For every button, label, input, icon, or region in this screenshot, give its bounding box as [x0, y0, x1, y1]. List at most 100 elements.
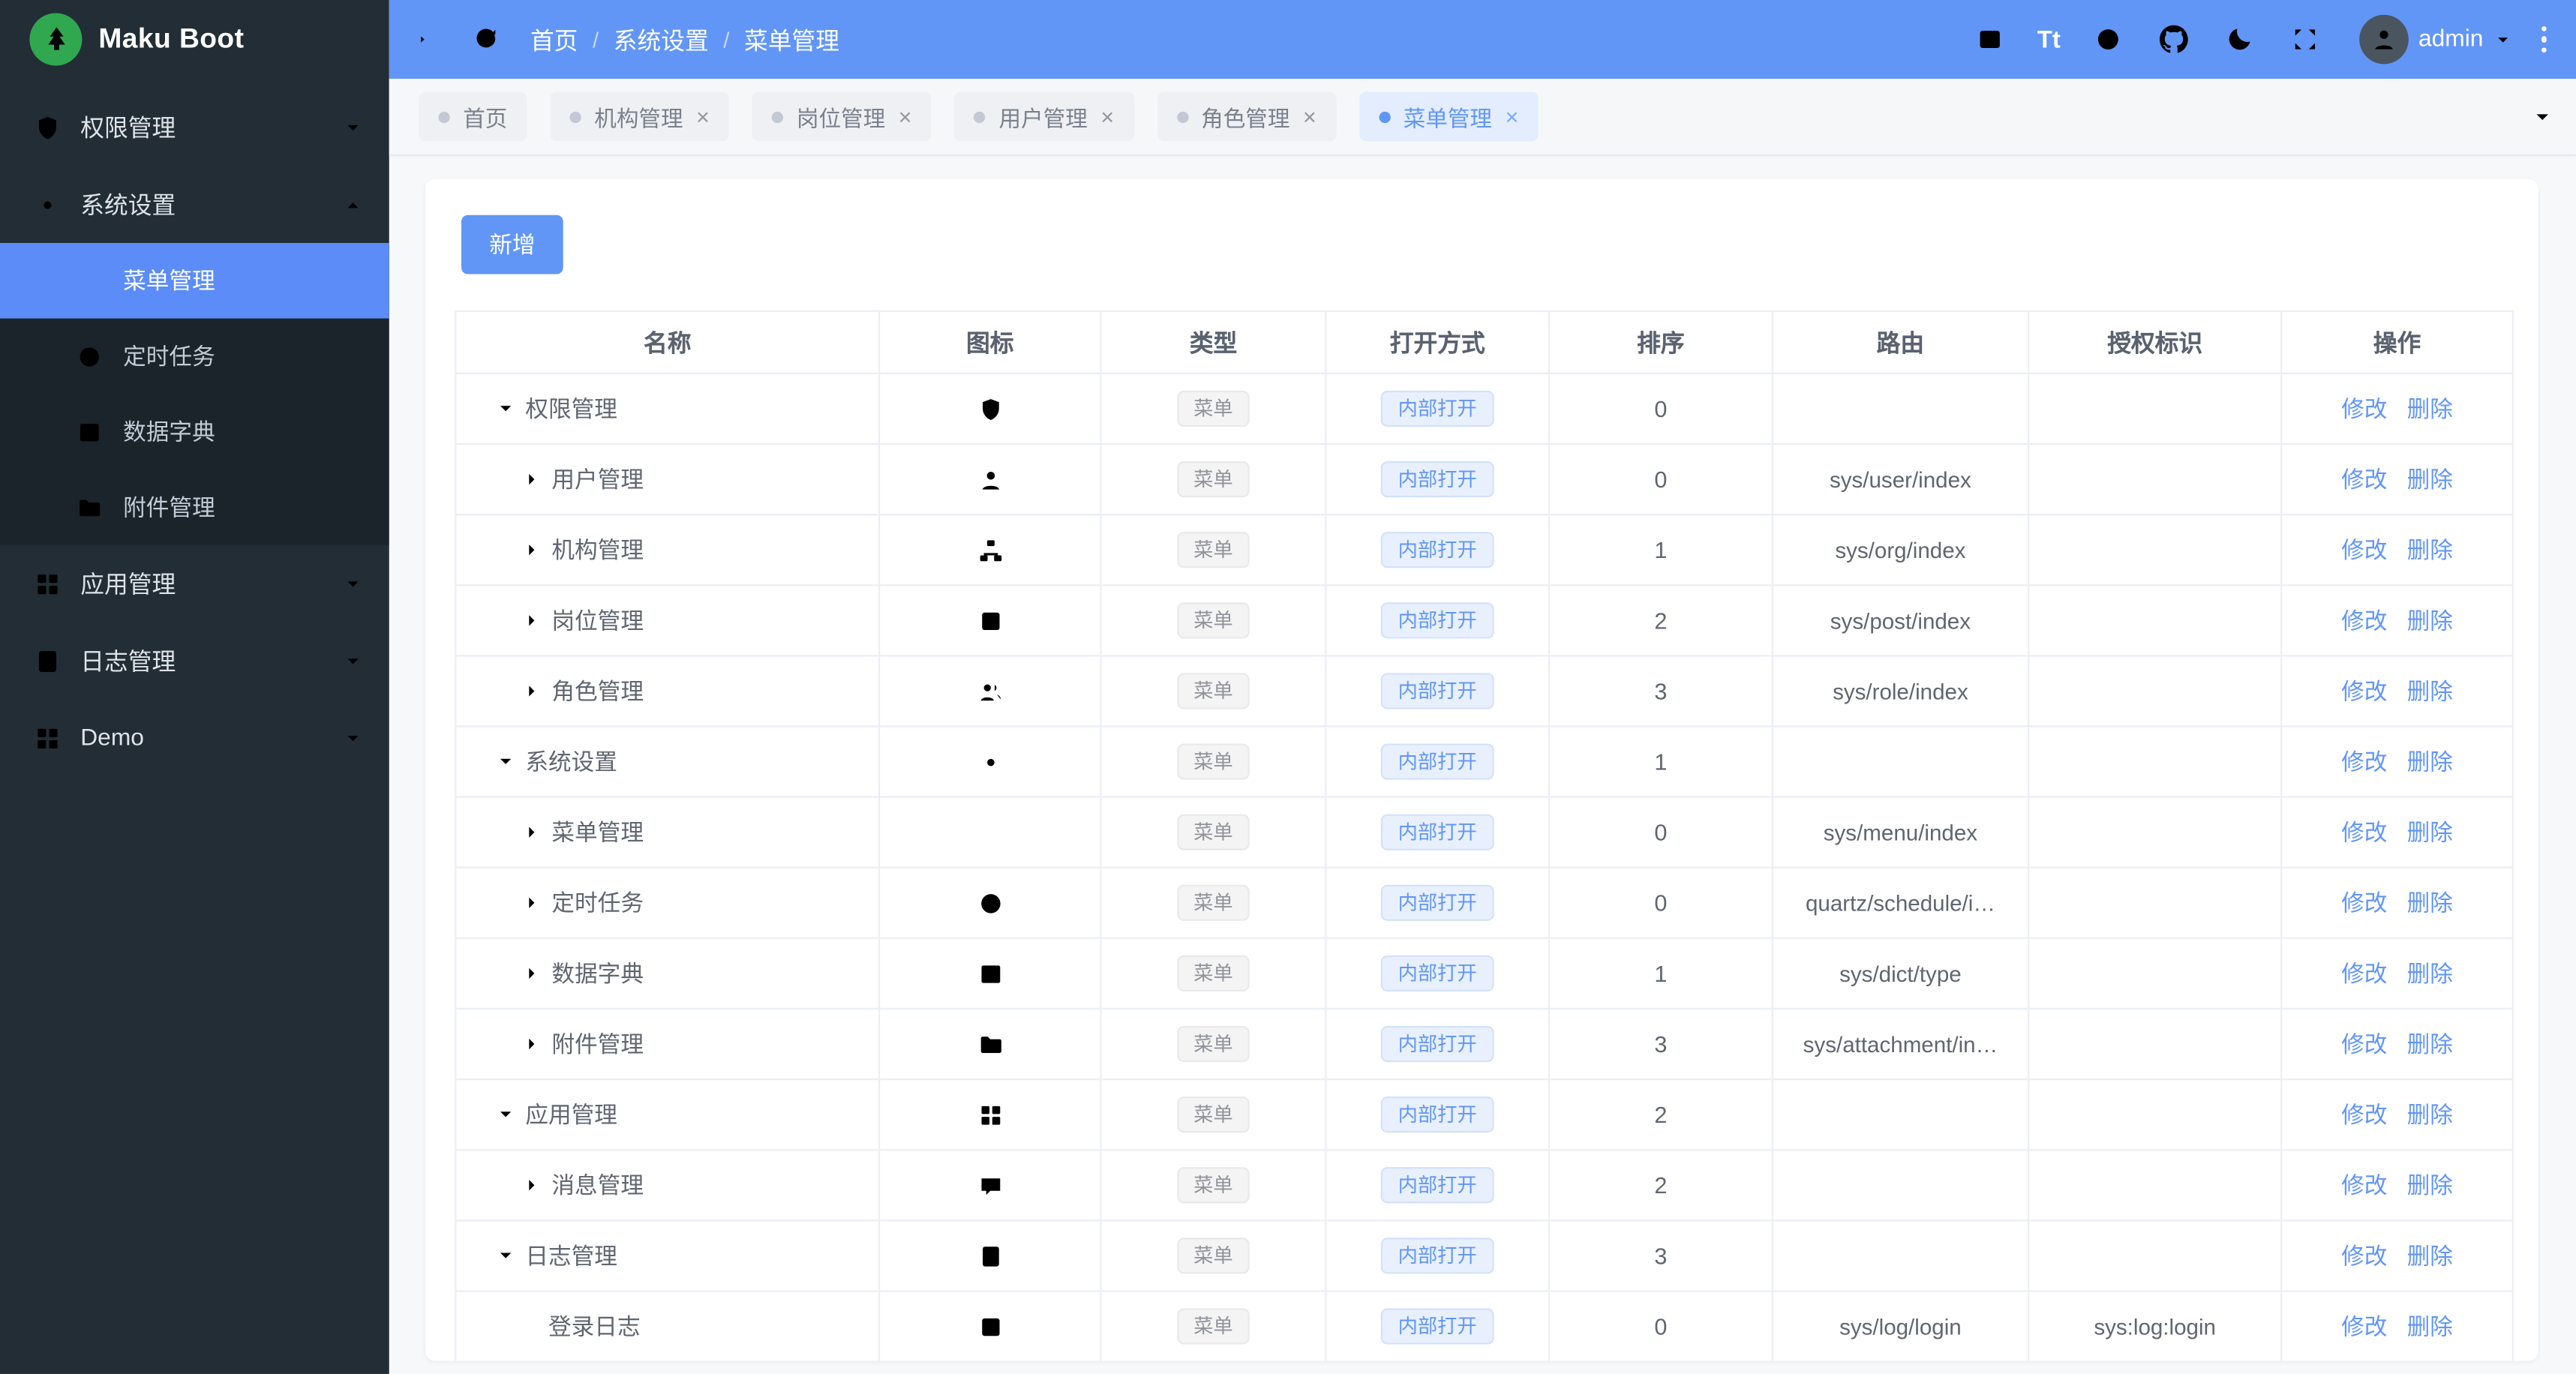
- delete-link[interactable]: 删除: [2407, 1243, 2453, 1269]
- tab-close-icon[interactable]: ×: [696, 105, 710, 128]
- tabs-dropdown-button[interactable]: [2517, 92, 2566, 142]
- cell-type: 菜单: [1100, 442, 1327, 516]
- delete-link[interactable]: 删除: [2407, 960, 2453, 986]
- collapse-arrow-icon[interactable]: [522, 893, 542, 913]
- edit-link[interactable]: 修改: [2341, 748, 2387, 775]
- menu-name: 登录日志: [548, 1312, 641, 1340]
- edit-link[interactable]: 修改: [2341, 466, 2387, 493]
- post-icon: [976, 608, 1004, 635]
- sidebar-item[interactable]: 权限管理: [0, 88, 389, 166]
- sidebar-item[interactable]: Demo: [0, 699, 389, 776]
- refresh-button[interactable]: [458, 11, 514, 67]
- expand-arrow-icon[interactable]: [496, 399, 515, 418]
- delete-link[interactable]: 删除: [2407, 1102, 2453, 1128]
- tab-label: 首页: [463, 106, 508, 132]
- delete-link[interactable]: 删除: [2407, 1172, 2453, 1198]
- sidebar-subitem[interactable]: 数据字典: [0, 394, 389, 470]
- avatar[interactable]: [2359, 14, 2409, 64]
- edit-link[interactable]: 修改: [2341, 1313, 2387, 1340]
- sidebar-subitem[interactable]: 附件管理: [0, 470, 389, 545]
- edit-link[interactable]: 修改: [2341, 1031, 2387, 1058]
- delete-link[interactable]: 删除: [2407, 537, 2453, 563]
- expand-arrow-icon[interactable]: [496, 1105, 515, 1124]
- type-badge: 菜单: [1177, 1025, 1250, 1063]
- tab[interactable]: 机构管理 ×: [550, 92, 730, 142]
- message-icon: [976, 1172, 1004, 1199]
- breadcrumb-item-settings[interactable]: 系统设置: [614, 22, 709, 57]
- cell-open-mode: 内部打开: [1325, 655, 1551, 728]
- tab[interactable]: 用户管理 ×: [954, 92, 1134, 142]
- type-badge: 菜单: [1177, 461, 1250, 498]
- app-logo[interactable]: Maku Boot: [0, 0, 389, 79]
- fullscreen-icon[interactable]: [2277, 11, 2333, 67]
- edit-link[interactable]: 修改: [2341, 819, 2387, 845]
- cell-sort: 0: [1548, 442, 1773, 516]
- breadcrumb-item-home[interactable]: 首页: [530, 22, 578, 57]
- collapse-arrow-icon[interactable]: [522, 823, 542, 842]
- menu-name: 定时任务: [551, 890, 644, 916]
- sidebar-item[interactable]: 日志管理: [0, 622, 389, 700]
- tab[interactable]: 角色管理 ×: [1157, 92, 1337, 142]
- github-icon[interactable]: [2146, 11, 2202, 67]
- sidebar-subitem-label: 数据字典: [123, 418, 215, 446]
- delete-link[interactable]: 删除: [2407, 748, 2453, 775]
- sidebar-subitem[interactable]: 定时任务: [0, 319, 389, 394]
- tab-close-icon[interactable]: ×: [1505, 105, 1518, 128]
- collapse-arrow-icon[interactable]: [522, 1175, 542, 1195]
- font-size-icon[interactable]: Tt: [2028, 26, 2070, 53]
- cell-open-mode: 内部打开: [1325, 1149, 1551, 1222]
- delete-link[interactable]: 删除: [2407, 1031, 2453, 1058]
- edit-link[interactable]: 修改: [2341, 678, 2387, 704]
- delete-link[interactable]: 删除: [2407, 608, 2453, 634]
- sidebar-subitem[interactable]: 菜单管理: [0, 242, 389, 319]
- cell-actions: 修改 删除: [2280, 1290, 2514, 1361]
- tab-close-icon[interactable]: ×: [1100, 105, 1114, 128]
- collapse-arrow-icon[interactable]: [522, 681, 542, 700]
- delete-link[interactable]: 删除: [2407, 395, 2453, 422]
- edit-link[interactable]: 修改: [2341, 960, 2387, 986]
- cell-actions: 修改 删除: [2280, 372, 2514, 446]
- more-options-icon[interactable]: [2528, 16, 2560, 62]
- sidebar-item[interactable]: 应用管理: [0, 545, 389, 622]
- add-button[interactable]: 新增: [461, 214, 563, 274]
- collapse-sidebar-button[interactable]: [402, 11, 458, 67]
- collapse-arrow-icon[interactable]: [522, 1034, 542, 1054]
- cell-icon: [878, 1290, 1102, 1361]
- collapse-arrow-icon[interactable]: [522, 964, 542, 983]
- tab[interactable]: 岗位管理 ×: [752, 92, 932, 142]
- edit-link[interactable]: 修改: [2341, 537, 2387, 563]
- cell-name: 应用管理: [455, 1078, 881, 1151]
- collapse-arrow-icon[interactable]: [522, 610, 542, 630]
- edit-link[interactable]: 修改: [2341, 1172, 2387, 1198]
- expand-arrow-icon[interactable]: [496, 1246, 515, 1265]
- user-menu[interactable]: admin: [2343, 14, 2517, 64]
- tab[interactable]: 首页: [419, 92, 527, 142]
- expand-arrow-icon[interactable]: [496, 752, 515, 771]
- table-row: 机构管理 菜单 内部打开 1 sys/org/index 修改 删除: [455, 514, 2514, 586]
- menu-name: 机构管理: [551, 536, 644, 563]
- theme-toggle-icon[interactable]: [2211, 11, 2267, 67]
- collapse-arrow-icon[interactable]: [522, 470, 542, 489]
- cell-name: 菜单管理: [455, 796, 881, 868]
- edit-link[interactable]: 修改: [2341, 608, 2387, 634]
- cell-permission: [2028, 937, 2283, 1010]
- collapse-arrow-icon[interactable]: [522, 540, 542, 560]
- delete-link[interactable]: 删除: [2407, 466, 2453, 493]
- delete-link[interactable]: 删除: [2407, 1313, 2453, 1340]
- screenshot-icon[interactable]: [1962, 11, 2017, 67]
- language-icon[interactable]: [2080, 11, 2136, 67]
- tab-close-icon[interactable]: ×: [1303, 105, 1317, 128]
- tab[interactable]: 菜单管理 ×: [1359, 92, 1539, 142]
- tab-close-icon[interactable]: ×: [899, 105, 912, 128]
- menu-name: 用户管理: [551, 466, 644, 493]
- edit-link[interactable]: 修改: [2341, 1243, 2387, 1269]
- menu-icon: [976, 819, 1004, 847]
- edit-link[interactable]: 修改: [2341, 1102, 2387, 1128]
- delete-link[interactable]: 删除: [2407, 890, 2453, 916]
- edit-link[interactable]: 修改: [2341, 395, 2387, 422]
- edit-link[interactable]: 修改: [2341, 890, 2387, 916]
- cell-actions: 修改 删除: [2280, 1149, 2514, 1222]
- delete-link[interactable]: 删除: [2407, 678, 2453, 704]
- sidebar-item[interactable]: 系统设置: [0, 166, 389, 243]
- delete-link[interactable]: 删除: [2407, 819, 2453, 845]
